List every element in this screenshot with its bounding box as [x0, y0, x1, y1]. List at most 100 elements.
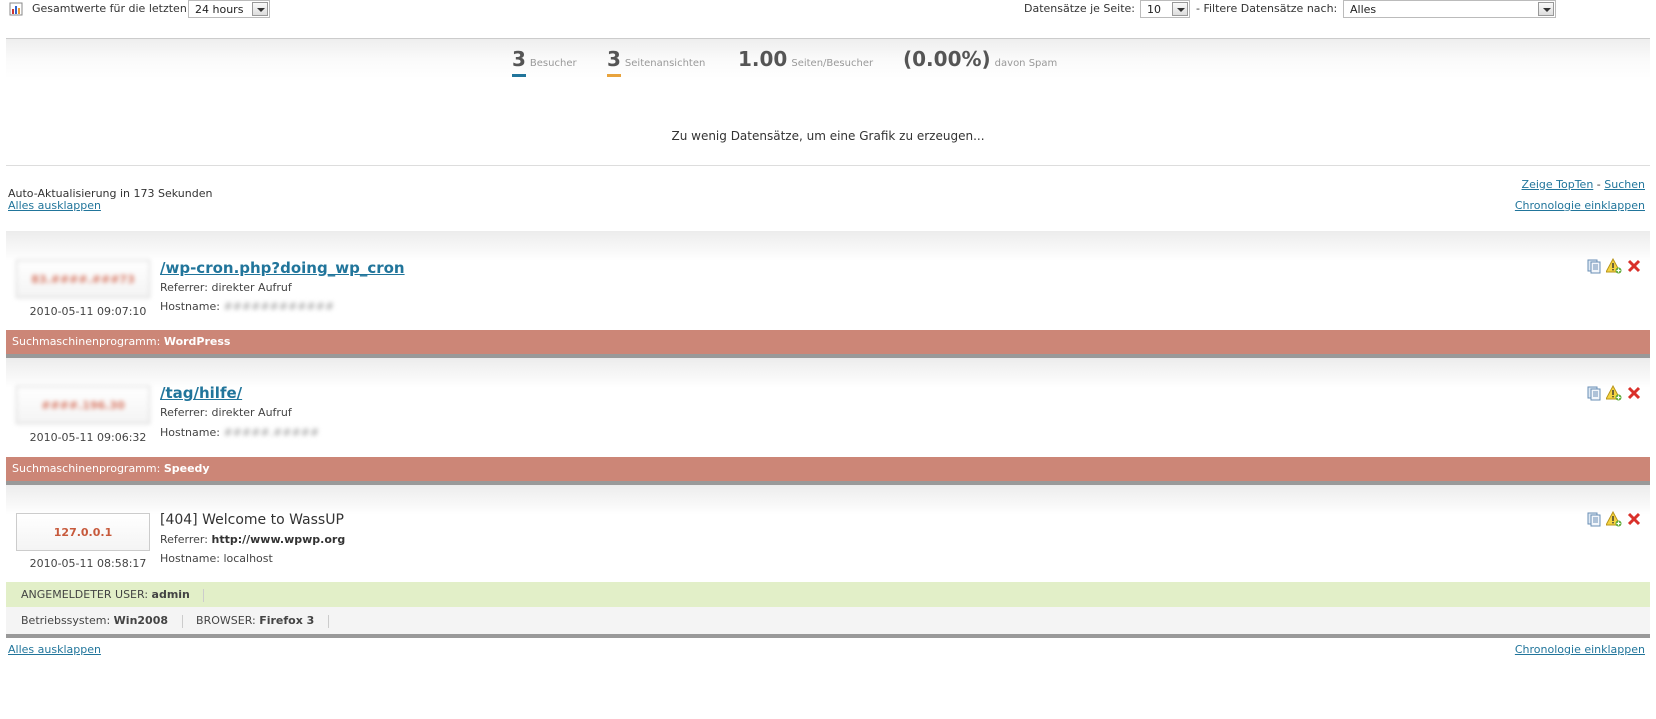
browser-label: BROWSER:	[196, 614, 256, 627]
search-engine-value: Speedy	[163, 462, 210, 475]
totals-label: Gesamtwerte für die letzten	[32, 2, 187, 15]
ratio-label: Seiten/Besucher	[791, 58, 874, 69]
referrer-label: Referrer:	[160, 281, 208, 294]
records-per-page-select[interactable]: 10	[1140, 0, 1190, 18]
search-link[interactable]: Suchen	[1604, 178, 1645, 191]
delete-icon[interactable]	[1626, 511, 1642, 527]
period-select-value: 24 hours	[195, 3, 244, 16]
visitors-underline	[512, 74, 526, 77]
pageviews-underline	[607, 74, 621, 77]
os-label: Betriebssystem:	[21, 614, 111, 627]
details-icon[interactable]	[1586, 511, 1602, 527]
entry-actions	[1586, 258, 1642, 274]
spam-label: davon Spam	[994, 58, 1058, 69]
filter-select[interactable]: Alles	[1343, 0, 1556, 18]
mark-spam-icon[interactable]	[1606, 258, 1622, 274]
separator	[203, 588, 205, 602]
hostname-value: localhost	[223, 552, 273, 565]
period-select[interactable]: 24 hours	[188, 0, 270, 18]
hostname-row: Hostname: localhost	[160, 552, 273, 565]
expand-all-link-bottom[interactable]: Alles ausklappen	[8, 643, 101, 656]
visit-date: 2010-05-11 09:06:32	[29, 431, 147, 444]
topten-search-links: Zeige TopTen - Suchen	[1522, 178, 1645, 191]
hostname-label: Hostname:	[160, 300, 220, 313]
visit-date: 2010-05-11 08:58:17	[29, 557, 147, 570]
referrer-value: direkter Aufruf	[211, 406, 292, 419]
filter-label: - Filtere Datensätze nach:	[1196, 2, 1338, 15]
mark-spam-icon[interactable]	[1606, 511, 1622, 527]
logged-in-user-bar: ANGEMELDETER USER: admin	[6, 582, 1650, 608]
details-icon[interactable]	[1586, 258, 1602, 274]
stat-spam: (0.00%) davon Spam	[903, 47, 1057, 71]
visitors-label: Besucher	[529, 58, 577, 69]
ip-address-box[interactable]: 83.####.###73	[16, 260, 150, 298]
details-icon[interactable]	[1586, 385, 1602, 401]
referrer-row: Referrer: direkter Aufruf	[160, 406, 292, 419]
stat-ratio: 1.00 Seiten/Besucher	[738, 47, 873, 71]
visit-entry: ####.196.30 2010-05-11 09:06:32 /tag/hil…	[6, 358, 1650, 456]
show-topten-link[interactable]: Zeige TopTen	[1522, 178, 1594, 191]
entry-actions	[1586, 385, 1642, 401]
hostname-label: Hostname:	[160, 426, 220, 439]
pageviews-label: Seitenansichten	[624, 58, 706, 69]
visitors-count: 3	[512, 47, 526, 71]
search-engine-label: Suchmaschinenprogramm:	[12, 462, 161, 475]
hostname-value: #####.#####	[223, 426, 320, 439]
referrer-row: Referrer: http://www.wpwp.org	[160, 533, 345, 546]
ratio-value: 1.00	[738, 47, 788, 71]
entry-divider	[6, 634, 1650, 638]
ip-address-box[interactable]: ####.196.30	[16, 386, 150, 424]
search-engine-bar: Suchmaschinenprogramm: Speedy	[6, 457, 1650, 481]
hostname-value: ############	[223, 300, 335, 313]
search-engine-bar: Suchmaschinenprogramm: WordPress	[6, 330, 1650, 354]
visit-entry: 127.0.0.1 2010-05-11 08:58:17 [404] Welc…	[6, 485, 1650, 582]
visited-url-link[interactable]: /wp-cron.php?doing_wp_cron	[160, 259, 405, 277]
expand-all-link[interactable]: Alles ausklappen	[8, 199, 101, 212]
search-engine-value: WordPress	[163, 335, 231, 348]
spam-value: (0.00%)	[903, 47, 991, 71]
delete-icon[interactable]	[1626, 385, 1642, 401]
pageviews-count: 3	[607, 47, 621, 71]
mark-spam-icon[interactable]	[1606, 385, 1622, 401]
page-title: [404] Welcome to WassUP	[160, 512, 344, 528]
entry-header-gradient	[6, 231, 1650, 261]
collapse-chronology-link-bottom[interactable]: Chronologie einklappen	[1515, 643, 1645, 656]
referrer-label: Referrer:	[160, 406, 208, 419]
entry-actions	[1586, 511, 1642, 527]
filter-select-value: Alles	[1350, 3, 1377, 16]
entry-header-gradient	[6, 485, 1650, 515]
visit-entry: 83.####.###73 2010-05-11 09:07:10 /wp-cr…	[6, 231, 1650, 329]
records-per-page-label: Datensätze je Seite:	[1024, 2, 1135, 15]
os-browser-bar: Betriebssystem: Win2008 BROWSER: Firefox…	[6, 607, 1650, 635]
stat-pageviews: 3 Seitenansichten	[607, 47, 706, 77]
referrer-value[interactable]: http://www.wpwp.org	[211, 533, 345, 546]
ip-address-box[interactable]: 127.0.0.1	[16, 513, 150, 551]
referrer-label: Referrer:	[160, 533, 208, 546]
visited-url-link[interactable]: /tag/hilfe/	[160, 384, 242, 402]
visit-date: 2010-05-11 09:07:10	[29, 305, 147, 318]
hostname-label: Hostname:	[160, 552, 220, 565]
chevron-down-icon	[1172, 2, 1188, 16]
user-label: ANGEMELDETER USER:	[21, 588, 149, 601]
top-bar: Gesamtwerte für die letzten 24 hours Dat…	[0, 0, 1656, 22]
search-engine-label: Suchmaschinenprogramm:	[12, 335, 161, 348]
hostname-row: Hostname: #####.#####	[160, 426, 319, 439]
separator	[327, 614, 329, 628]
referrer-row: Referrer: direkter Aufruf	[160, 281, 292, 294]
delete-icon[interactable]	[1626, 258, 1642, 274]
collapse-chronology-link[interactable]: Chronologie einklappen	[1515, 199, 1645, 212]
records-per-page-value: 10	[1147, 3, 1161, 16]
chevron-down-icon	[252, 2, 268, 16]
user-value: admin	[151, 588, 190, 601]
stats-panel: 3 Besucher 3 Seitenansichten 1.00 Seiten/Be…	[6, 38, 1650, 166]
chevron-down-icon	[1538, 2, 1554, 16]
hostname-row: Hostname: ############	[160, 300, 334, 313]
referrer-value: direkter Aufruf	[211, 281, 292, 294]
statistics-icon	[9, 2, 23, 16]
no-graph-message: Zu wenig Datensätze, um eine Grafik zu e…	[671, 129, 985, 143]
entry-header-gradient	[6, 358, 1650, 388]
browser-value: Firefox 3	[259, 614, 315, 627]
stat-visitors: 3 Besucher	[512, 47, 577, 77]
link-separator: -	[1596, 178, 1601, 191]
os-value: Win2008	[113, 614, 169, 627]
